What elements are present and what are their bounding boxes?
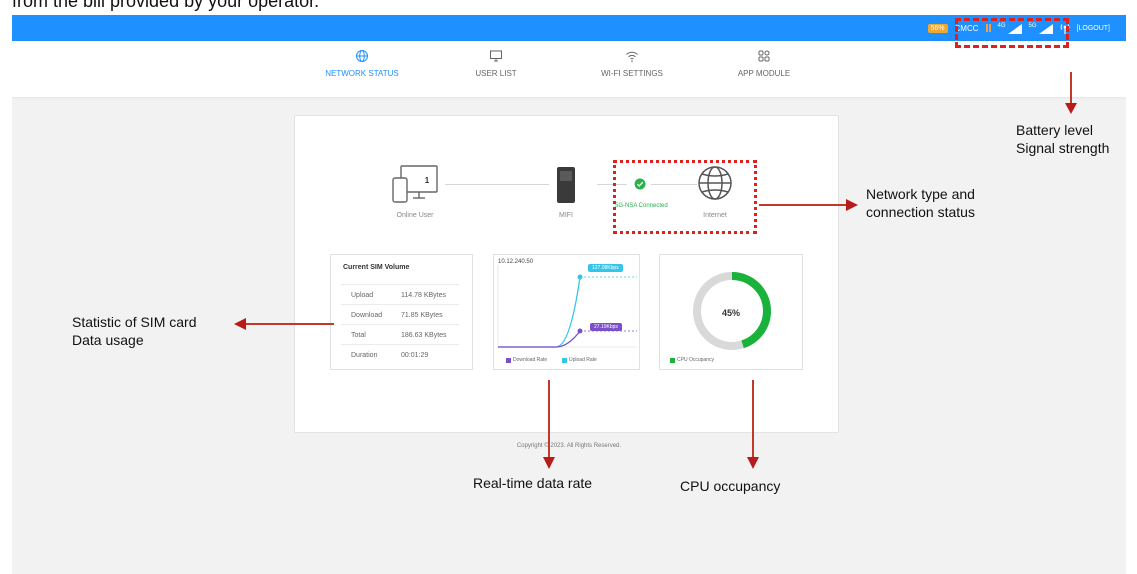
annotation-sim-1: Statistic of SIM card — [72, 314, 197, 330]
annotation-sim-2: Data usage — [72, 332, 144, 348]
annotation-cpu: CPU occupancy — [680, 478, 781, 494]
annotation-network-1: Network type and — [866, 186, 975, 202]
annotation-network-2: connection status — [866, 204, 975, 220]
annotation-rate: Real-time data rate — [473, 475, 593, 491]
annotation-battery: Battery level — [1016, 122, 1094, 138]
annotation-signal: Signal strength — [1016, 140, 1110, 156]
